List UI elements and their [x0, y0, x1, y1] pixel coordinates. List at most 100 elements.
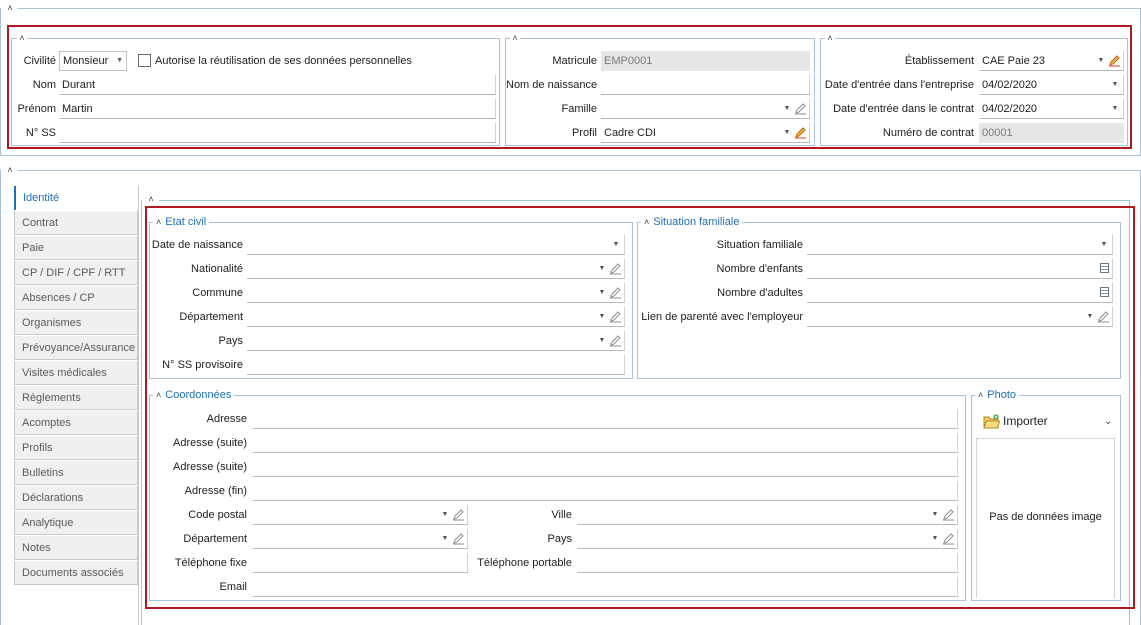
tab-profils[interactable]: Profils	[14, 436, 138, 460]
matricule-label: Matricule	[552, 55, 597, 67]
tab-d-clarations[interactable]: Déclarations	[14, 486, 138, 510]
dropdown-arrow-icon[interactable]: ▼	[597, 259, 607, 278]
nb-enfants-input[interactable]	[807, 259, 1113, 279]
prenom-input[interactable]: Martin	[59, 99, 496, 119]
nationalite-select[interactable]: ▼	[247, 259, 625, 279]
tab-r-glements[interactable]: Règlements	[14, 386, 138, 410]
etablissement-label: Établissement	[904, 55, 974, 67]
pencil-icon[interactable]	[609, 262, 622, 275]
profil-label: Profil	[571, 127, 597, 139]
dropdown-arrow-icon[interactable]: ▼	[440, 505, 450, 524]
civilite-select[interactable]: Monsieur ▼	[59, 51, 127, 71]
chevron-up-icon[interactable]: ˄	[156, 217, 161, 227]
tab-cp-dif-cpf-rtt[interactable]: CP / DIF / CPF / RTT	[14, 261, 138, 285]
tab-visites-m-dicales[interactable]: Visites médicales	[14, 361, 138, 385]
tab-analytique[interactable]: Analytique	[14, 511, 138, 535]
dropdown-arrow-icon[interactable]: ▼	[597, 307, 607, 326]
dropdown-arrow-icon[interactable]: ▼	[1110, 99, 1120, 118]
tab-pr-voyance-assurance[interactable]: Prévoyance/Assurance	[14, 336, 138, 360]
ec-pays-select[interactable]: ▼	[247, 331, 625, 351]
pencil-icon[interactable]	[1097, 310, 1110, 323]
pencil-icon[interactable]	[609, 310, 622, 323]
nss-input[interactable]	[59, 123, 496, 143]
dropdown-arrow-icon[interactable]: ▼	[597, 283, 607, 302]
nss-provisoire-input[interactable]	[247, 355, 625, 375]
dropdown-arrow-icon[interactable]: ▼	[930, 529, 940, 548]
calculator-icon[interactable]	[1100, 263, 1109, 273]
tab-notes[interactable]: Notes	[14, 536, 138, 560]
co-pays-select[interactable]: ▼	[577, 529, 958, 549]
dropdown-arrow-icon: ▼	[116, 57, 123, 64]
tab-paie[interactable]: Paie	[14, 236, 138, 260]
collapse-identity-icon[interactable]: ˄	[17, 34, 27, 43]
collapse-details-icon[interactable]: ˄	[5, 166, 15, 175]
collapse-header-icon[interactable]: ˄	[5, 4, 15, 13]
dropdown-arrow-icon[interactable]: ▼	[930, 505, 940, 524]
dropdown-arrow-icon[interactable]: ▼	[440, 529, 450, 548]
tab-identit[interactable]: Identité	[14, 186, 138, 210]
adresse-suite2-input[interactable]	[253, 457, 958, 477]
etablissement-select[interactable]: CAE Paie 23 ▼	[979, 51, 1124, 71]
pencil-icon[interactable]	[609, 334, 622, 347]
tab-bulletins[interactable]: Bulletins	[14, 461, 138, 485]
dropdown-arrow-icon[interactable]: ▼	[611, 235, 621, 254]
date-entree-contrat-input[interactable]: 04/02/2020 ▼	[979, 99, 1124, 119]
pencil-icon[interactable]	[794, 102, 807, 115]
ec-departement-select[interactable]: ▼	[247, 307, 625, 327]
chevron-up-icon[interactable]: ˄	[978, 390, 983, 400]
nom-naissance-input[interactable]	[601, 75, 810, 95]
dropdown-arrow-icon[interactable]: ▼	[782, 99, 792, 118]
dropdown-arrow-icon[interactable]: ▼	[1099, 235, 1109, 254]
adresse-input[interactable]	[253, 409, 958, 429]
chevron-down-icon[interactable]: ⌄	[1104, 416, 1112, 427]
code-postal-select[interactable]: ▼	[253, 505, 468, 525]
civilite-value: Monsieur	[63, 55, 109, 67]
numero-contrat-input[interactable]: 00001	[979, 123, 1124, 143]
collapse-contract-icon[interactable]: ˄	[825, 34, 835, 43]
chevron-up-icon[interactable]: ˄	[156, 390, 161, 400]
tel-portable-input[interactable]	[577, 553, 958, 573]
photo-preview[interactable]: Pas de données image	[976, 438, 1115, 598]
tel-fixe-input[interactable]	[253, 553, 468, 573]
dropdown-arrow-icon[interactable]: ▼	[782, 123, 792, 142]
dropdown-arrow-icon[interactable]: ▼	[597, 331, 607, 350]
profil-select[interactable]: Cadre CDI ▼	[601, 123, 810, 143]
ville-select[interactable]: ▼	[577, 505, 958, 525]
pencil-icon[interactable]	[794, 126, 807, 139]
tab-documents-associ-s[interactable]: Documents associés	[14, 561, 138, 585]
consent-checkbox[interactable]	[138, 54, 151, 67]
tab-contrat[interactable]: Contrat	[14, 211, 138, 235]
tab-acomptes[interactable]: Acomptes	[14, 411, 138, 435]
pencil-icon[interactable]	[452, 508, 465, 521]
nom-input[interactable]: Durant	[59, 75, 496, 95]
matricule-input[interactable]: EMP0001	[601, 51, 810, 71]
pencil-icon[interactable]	[942, 508, 955, 521]
lien-parente-select[interactable]: ▼	[807, 307, 1113, 327]
date-naissance-input[interactable]: ▼	[247, 235, 625, 255]
pencil-icon[interactable]	[452, 532, 465, 545]
email-label: Email	[219, 581, 247, 593]
situation-select[interactable]: ▼	[807, 235, 1113, 255]
adresse-fin-input[interactable]	[253, 481, 958, 501]
pencil-icon[interactable]	[609, 286, 622, 299]
email-input[interactable]	[253, 577, 958, 597]
tab-organismes[interactable]: Organismes	[14, 311, 138, 335]
collapse-matricule-icon[interactable]: ˄	[510, 34, 520, 43]
adresse-suite1-input[interactable]	[253, 433, 958, 453]
import-photo-button[interactable]: Importer ⌄	[981, 411, 1116, 433]
date-entree-entreprise-input[interactable]: 04/02/2020 ▼	[979, 75, 1124, 95]
co-departement-select[interactable]: ▼	[253, 529, 468, 549]
famille-select[interactable]: ▼	[601, 99, 810, 119]
folder-import-icon	[983, 414, 1000, 429]
dropdown-arrow-icon[interactable]: ▼	[1110, 75, 1120, 94]
tab-absences-cp[interactable]: Absences / CP	[14, 286, 138, 310]
nb-adultes-input[interactable]	[807, 283, 1113, 303]
chevron-up-icon[interactable]: ˄	[644, 217, 649, 227]
dropdown-arrow-icon[interactable]: ▼	[1085, 307, 1095, 326]
pencil-icon[interactable]	[942, 532, 955, 545]
commune-select[interactable]: ▼	[247, 283, 625, 303]
dropdown-arrow-icon[interactable]: ▼	[1096, 51, 1106, 70]
calculator-icon[interactable]	[1100, 287, 1109, 297]
collapse-identite-icon[interactable]: ˄	[146, 195, 156, 204]
pencil-icon[interactable]	[1108, 54, 1121, 67]
